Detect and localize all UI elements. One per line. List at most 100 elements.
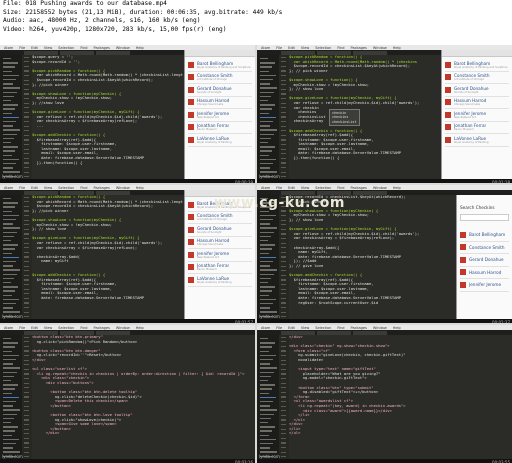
list-item[interactable]: Hassum Harrod Chicago Sound Labs [188,237,252,249]
file-tree-row[interactable] [260,129,277,131]
menu-item[interactable]: Selection [315,46,331,50]
person-name[interactable]: Barot Bellingham [469,232,505,237]
file-tree-row[interactable] [260,125,270,127]
file-tree-row[interactable] [3,277,14,280]
menu-item[interactable]: Selection [58,326,74,330]
menu-item[interactable]: File [276,326,282,330]
list-item[interactable]: Jennifer Jerome New Zealand Art [188,109,252,122]
file-tree-row[interactable] [260,303,273,305]
file-tree-row[interactable] [3,244,18,246]
menu-item[interactable]: File [276,46,282,50]
file-tree-row[interactable] [260,307,270,309]
list-item[interactable]: Gerard Donahue Sounds of Sunlight [188,224,252,237]
file-tree-row[interactable] [260,58,268,60]
file-tree-row[interactable] [3,66,15,68]
file-tree-row[interactable] [260,375,271,378]
person-name[interactable]: Constance Smith [469,245,505,250]
menu-item[interactable]: Atom [4,326,13,330]
file-tree-row[interactable] [260,265,270,267]
file-tree-row[interactable] [260,95,271,98]
file-tree-row[interactable] [3,227,20,229]
menu-item[interactable]: Window [373,326,387,330]
file-tree[interactable] [257,55,279,183]
list-item[interactable]: Barot Bellingham Royal Academy of Paintin… [445,59,509,72]
file-tree-row[interactable] [260,282,268,284]
file-tree-row[interactable] [260,311,277,313]
list-item[interactable]: Hassum Harrod [460,267,509,279]
autocomplete-option[interactable]: checkinsList [332,120,357,124]
menu-item[interactable]: Find [337,46,344,50]
list-item[interactable]: Constance Smith Art Institute of Chicago [188,212,252,224]
file-tree-row[interactable] [3,273,17,275]
menu-item[interactable]: Packages [94,186,110,190]
menu-item[interactable]: Packages [94,46,110,50]
file-tree-row[interactable] [3,121,16,123]
menu-item[interactable]: File [19,186,25,190]
code-editor[interactable]: $scope.recordId = checkinsList.$keyAt(wh… [289,195,455,323]
file-tree-row[interactable] [3,426,18,428]
menu-item[interactable]: Help [136,186,144,190]
menu-item[interactable]: File [276,186,282,190]
menu-item[interactable]: View [44,46,52,50]
file-tree-row[interactable] [260,371,274,373]
file-tree-row[interactable] [3,116,19,119]
file-tree-row[interactable] [3,167,13,169]
menu-item[interactable]: Find [337,186,344,190]
menu-item[interactable]: View [301,46,309,50]
file-tree-row[interactable] [3,235,14,238]
file-tree-row[interactable] [260,346,272,348]
code-editor[interactable]: $scope.pickRandom = function() { var whi… [32,195,183,323]
menu-item[interactable]: Help [393,46,401,50]
file-tree-row[interactable] [3,443,16,445]
file-tree-row[interactable] [3,338,11,340]
file-tree-row[interactable] [260,142,268,144]
file-tree-row[interactable] [260,100,268,102]
file-tree-row[interactable] [260,298,276,301]
list-item[interactable]: Barot Bellingham [460,229,509,242]
menu-item[interactable]: Find [80,46,87,50]
file-tree-row[interactable] [3,214,19,217]
list-item[interactable]: LaVonne LaRue Royal Academy of Painting [445,134,509,147]
list-item[interactable]: Constance Smith [460,242,509,254]
file-tree-row[interactable] [3,256,19,259]
code-editor[interactable]: $scope.pickRandom = function() { var whi… [289,55,440,183]
list-item[interactable]: Hassum Harrod Chicago Sound Labs [188,97,252,109]
list-item[interactable]: Jennifer Jerome New Zealand Art [188,249,252,262]
file-tree-row[interactable] [3,146,18,148]
file-tree-row[interactable] [3,384,18,386]
file-tree[interactable] [0,55,22,183]
file-tree-row[interactable] [260,158,276,161]
file-tree-row[interactable] [260,240,268,242]
list-item[interactable]: Jonathan Ferrar Bacon Museum [445,122,509,134]
code-editor[interactable]: $scope.query = ''; $scope.recordId = ''; … [32,55,183,183]
code-editor[interactable]: </div> <div class="checkin" ng-show="che… [289,335,510,463]
file-tree-row[interactable] [260,219,273,221]
menu-item[interactable]: Edit [288,186,295,190]
file-tree-row[interactable] [260,396,276,399]
file-tree-row[interactable] [260,338,268,340]
file-tree-row[interactable] [260,235,271,238]
file-tree-row[interactable] [3,87,20,89]
file-tree-row[interactable] [3,202,18,204]
file-tree[interactable] [0,335,22,463]
list-item[interactable]: Jennifer Jerome [460,279,509,292]
list-item[interactable]: Jonathan Ferrar Bacon Museum [188,262,252,274]
person-name[interactable]: Hassum Harrod [469,270,501,275]
file-tree-row[interactable] [3,290,15,292]
file-tree-row[interactable] [3,413,17,415]
search-input[interactable] [460,214,509,221]
menu-item[interactable]: Window [373,46,387,50]
file-tree-row[interactable] [260,252,269,254]
file-tree-row[interactable] [260,227,277,229]
file-tree-row[interactable] [3,396,19,399]
file-tree-row[interactable] [3,83,13,85]
file-tree-row[interactable] [3,269,20,271]
file-tree-row[interactable] [3,346,15,348]
menu-item[interactable]: Edit [288,326,295,330]
list-item[interactable]: Gerard Donahue [460,254,509,267]
file-tree-row[interactable] [260,384,275,386]
file-tree-row[interactable] [3,223,13,225]
file-tree-row[interactable] [260,104,275,106]
file-tree-row[interactable] [260,116,276,119]
menu-item[interactable]: Packages [94,326,110,330]
